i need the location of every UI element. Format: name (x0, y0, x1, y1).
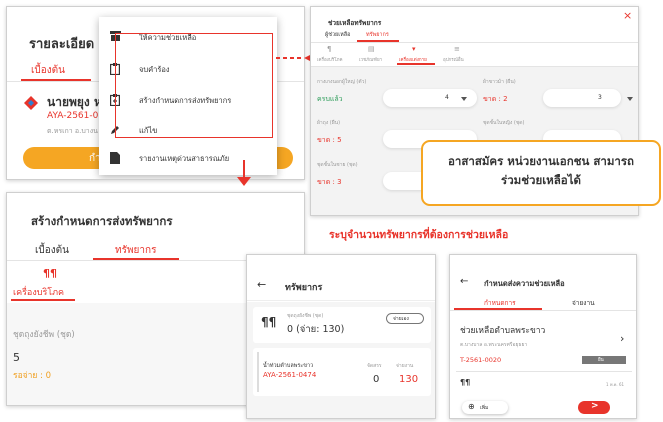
send-arrow-icon: > (591, 401, 599, 411)
delivery-tab-schedule[interactable]: กำหนดการ (484, 298, 516, 308)
shirt-icon[interactable]: ▾ (412, 45, 416, 53)
resources-panel: ← ทรัพยากร ¶¶ ชุดถุงยังชีพ (ชุด) 0 (จ่าย… (246, 254, 436, 419)
back-arrow-icon[interactable]: ← (257, 278, 266, 291)
other-icon[interactable]: ≡ (454, 45, 460, 53)
menu-item-report[interactable]: รายงานเหตุด่วนสาธารณภัย (139, 153, 229, 165)
delivery-entry-id: T-2561-0020 (460, 356, 502, 364)
utensils-card-icon: ¶¶ (261, 315, 277, 329)
tab-helpers[interactable]: ผู้ช่วยเหลือ (325, 31, 350, 39)
delivery-time: 1 พ.ค. 61 (606, 382, 625, 387)
status-bar (582, 356, 626, 364)
loincloth-chevron-down-icon[interactable] (627, 97, 633, 101)
utensils-icon[interactable]: ¶¶ (43, 267, 57, 280)
person-address: ต.หรเกา อ.บางน (47, 127, 98, 135)
field-status-men-underwear: ขาด : 3 (317, 178, 342, 186)
dialog-title: ช่วยเหลือทรัพยากร (328, 19, 382, 27)
schedule-item-label: ชุดถุงยังชีพ (ชุด) (13, 330, 75, 340)
fork-knife-icon[interactable]: ¶ (327, 45, 331, 53)
resources-title: ทรัพยากร (285, 283, 323, 293)
volunteer-callout: อาสาสมัคร หน่วยงานเอกชน สามารถร่วมช่วยเห… (421, 140, 661, 206)
house-icon (23, 95, 39, 111)
card-left-bar (257, 352, 259, 392)
resources-header (247, 255, 435, 301)
person-name: นายพยุง ห (47, 95, 102, 109)
col-dispatch-header: จ่ายงาน (396, 363, 414, 369)
entry-id: AYA-2561-0474 (263, 371, 317, 379)
person-id: AYA-2561-0 (47, 111, 99, 121)
category-medicine[interactable]: เวชภัณฑ์ยา (359, 56, 382, 63)
schedule-category[interactable]: เครื่องบริโภค (13, 285, 64, 299)
field-status-pants: ครบแล้ว (317, 95, 343, 103)
delivery-back-arrow-icon[interactable]: ← (460, 276, 468, 287)
tab-basic[interactable]: เบื้องต้น (31, 63, 65, 78)
delivery-title: กำหนดส่งความช่วยเหลือ (484, 279, 565, 288)
entry-name: น้ำท่วมตำบลพระขาว (263, 363, 314, 369)
loincloth-quantity-input[interactable] (543, 89, 621, 107)
schedule-title: สร้างกำหนดการส่งทรัพยากร (31, 214, 173, 228)
schedule-tab-basic[interactable]: เบื้องต้น (35, 243, 69, 258)
resource-item-value: 0 (จ่าย: 130) (287, 324, 345, 335)
caption-specify-resources: ระบุจำนวนทรัพยากรที่ต้องการช่วยเหลือ (329, 229, 509, 241)
delivery-entry-title[interactable]: ช่วยเหลือตำบลพระขาว (460, 323, 545, 337)
pants-quantity-value: 4 (445, 94, 449, 101)
add-button-label: เพิ่ม (480, 405, 489, 411)
delivery-entry-divider (456, 371, 632, 372)
field-status-loincloth: ขาด : 2 (483, 95, 508, 103)
detail-title: รายละเอียด (29, 37, 95, 52)
tab-resources[interactable]: ทรัพยากร (366, 31, 389, 39)
document-icon (109, 151, 121, 164)
category-consumables[interactable]: เครื่องบริโภค (317, 56, 343, 63)
pants-chevron-down-icon[interactable] (461, 97, 467, 101)
dialog-tab-divider (311, 42, 638, 43)
schedule-tab-resources[interactable]: ทรัพยากร (115, 243, 156, 258)
field-label-sarong: ผ้าถุง (ผืน) (317, 120, 341, 126)
delivery-tab-dispatch[interactable]: จ่ายงาน (572, 298, 595, 308)
field-label-men-underwear: ชุดชั้นในชาย (ชุด) (317, 162, 358, 168)
loincloth-quantity-value: 3 (598, 94, 602, 101)
delivery-utensils-icon: ¶¶ (460, 378, 471, 387)
delivery-entry-sub: ต.บางบาล อ.พระนครศรีอยุธยา (460, 342, 528, 348)
self-pay-pill-label: จ่ายเอง (393, 316, 409, 322)
medicine-icon[interactable]: ▤ (368, 45, 375, 53)
category-clothing[interactable]: เครื่องแต่งกาย (399, 56, 427, 63)
close-icon[interactable]: × (623, 9, 632, 22)
category-other[interactable]: อุปกรณ์อื่น (443, 56, 464, 63)
field-label-pants: กางเกงนอกผู้ใหญ่ (ตัว) (317, 79, 367, 85)
delivery-panel: ← กำหนดส่งความช่วยเหลือ กำหนดการ จ่ายงาน… (449, 254, 637, 419)
schedule-category-underline (11, 299, 75, 301)
category-underline (397, 63, 435, 65)
status-bar-label: ยืน (598, 358, 604, 363)
schedule-item-value[interactable]: 5 (13, 351, 20, 364)
chevron-right-icon[interactable]: › (620, 332, 624, 345)
detail-panel: รายละเอียด เบื้องต้น นายพยุง ห AYA-2561-… (6, 6, 305, 180)
resource-item-label: ชุดถุงยังชีพ (ชุด) (287, 313, 324, 319)
field-label-women-underwear: ชุดชั้นในหญิง (ชุด) (483, 120, 525, 126)
delivery-tab-divider (450, 310, 636, 311)
add-plus-icon: ⊕ (468, 402, 475, 411)
field-status-sarong: ขาด : 5 (317, 136, 342, 144)
dispatch-value[interactable]: 130 (399, 374, 418, 385)
schedule-item-status: รอจ่าย : 0 (13, 371, 52, 381)
menu-highlight-box (115, 33, 273, 138)
allocate-value[interactable]: 0 (373, 374, 379, 385)
field-label-loincloth: ผ้าขาวม้า (ผืน) (483, 79, 516, 85)
col-allocate-header: จัดสรร (367, 363, 382, 369)
